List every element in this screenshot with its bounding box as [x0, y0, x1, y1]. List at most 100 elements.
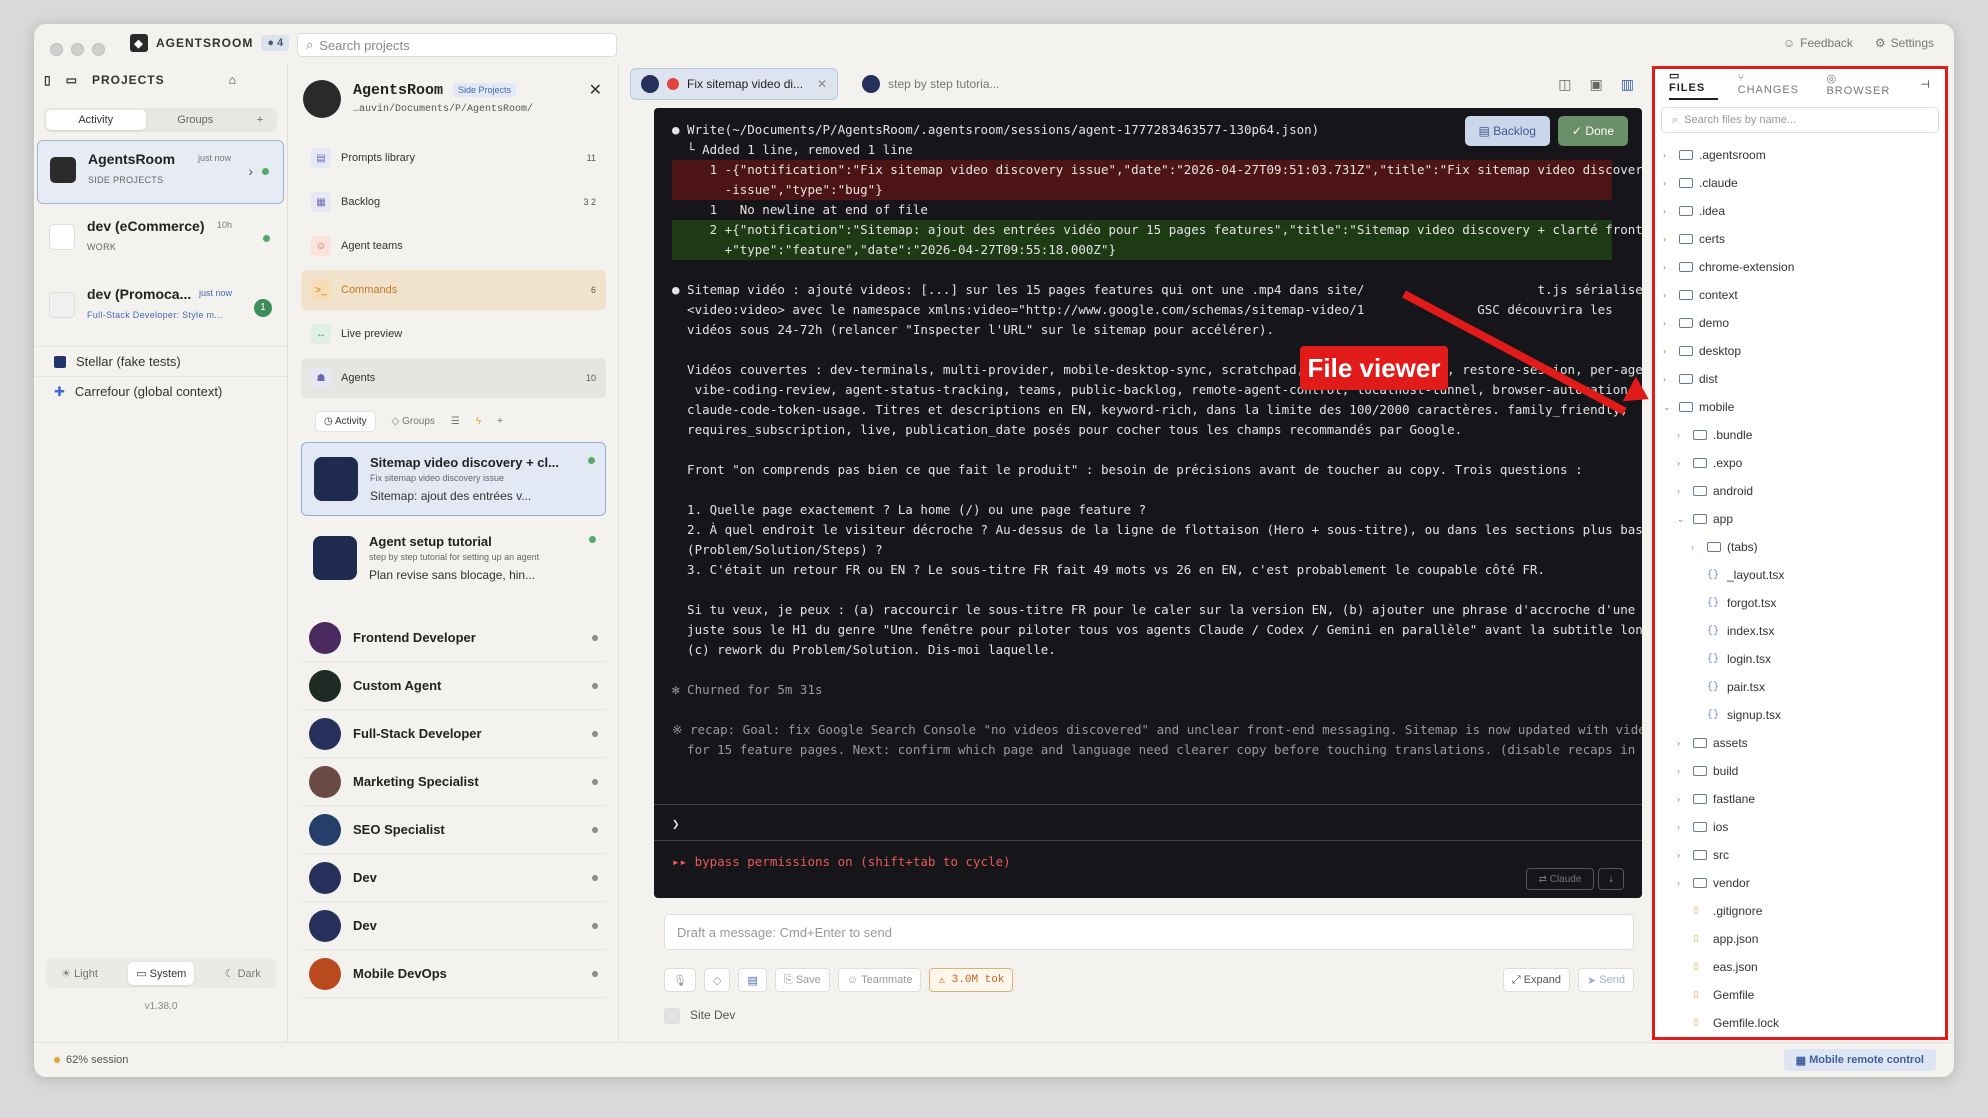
agent-row[interactable]: Dev	[301, 854, 606, 902]
panel-right-icon[interactable]: ▥	[1621, 76, 1634, 93]
message-draft-input[interactable]: Draft a message: Cmd+Enter to send	[664, 914, 1634, 950]
window-icon[interactable]: ▣	[1590, 76, 1603, 93]
theme-system[interactable]: ▭ System	[128, 961, 195, 985]
file-tree-item[interactable]: › ios	[1655, 813, 1945, 841]
bolt-icon[interactable]: ϟ	[476, 416, 481, 427]
file-tree-item[interactable]: › certs	[1655, 225, 1945, 253]
file-tree-item[interactable]: › .bundle	[1655, 421, 1945, 449]
file-tree-item[interactable]: ▯ .gitignore	[1655, 897, 1945, 925]
agent-session-card[interactable]: Agent setup tutorial step by step tutori…	[301, 522, 606, 596]
add-agent-icon[interactable]: +	[497, 416, 503, 427]
project-item[interactable]: AgentsRoom SIDE PROJECTS just now ›	[37, 140, 284, 204]
close-icon[interactable]: ✕	[817, 77, 827, 91]
file-tree-item[interactable]: {} forgot.tsx	[1655, 589, 1945, 617]
file-tree-item[interactable]: {} login.tsx	[1655, 645, 1945, 673]
file-tree-item[interactable]: › .idea	[1655, 197, 1945, 225]
activity-toggle[interactable]: Activity	[46, 110, 146, 130]
menu-commands[interactable]: >_ Commands 6	[301, 270, 606, 310]
backlog-icon[interactable]: ▤	[738, 968, 767, 992]
file-tree-item[interactable]: {} _layout.tsx	[1655, 561, 1945, 589]
tab-session-2[interactable]: step by step tutoria...	[852, 68, 1009, 100]
file-tree-item[interactable]: ⌄ app	[1655, 505, 1945, 533]
tab-changes[interactable]: ⑂ CHANGES	[1738, 72, 1807, 96]
backlog-button[interactable]: ▤ Backlog	[1464, 116, 1550, 146]
add-project-icon[interactable]: +	[245, 110, 275, 130]
settings-button[interactable]: ⚙ Settings	[1875, 36, 1934, 50]
eraser-icon[interactable]: ◇	[703, 968, 731, 992]
file-tree-item[interactable]: › android	[1655, 477, 1945, 505]
menu-live-preview[interactable]: ↔ Live preview	[301, 314, 606, 354]
file-tree-item[interactable]: › chrome-extension	[1655, 253, 1945, 281]
expand-button[interactable]: ⤢ Expand	[1502, 968, 1571, 992]
file-tree-item[interactable]: ▯ eas.json	[1655, 953, 1945, 981]
agent-row[interactable]: Frontend Developer	[301, 614, 606, 662]
file-tree-item[interactable]: › vendor	[1655, 869, 1945, 897]
menu-agents[interactable]: ☗ Agents 10	[301, 358, 606, 398]
file-tree-item[interactable]: {} pair.tsx	[1655, 673, 1945, 701]
file-tree-item[interactable]: › demo	[1655, 309, 1945, 337]
groups-toggle[interactable]: ◇ Groups	[392, 416, 435, 427]
feedback-button[interactable]: ☺ Feedback	[1783, 36, 1853, 50]
project-search[interactable]: ⌕ Search projects	[297, 33, 617, 57]
file-tree-item[interactable]: {} index.tsx	[1655, 617, 1945, 645]
file-tree-item[interactable]: › assets	[1655, 729, 1945, 757]
tab-files[interactable]: ▭ FILES	[1669, 69, 1718, 100]
claude-button[interactable]: ⇄ Claude	[1526, 868, 1594, 890]
menu-agent-teams[interactable]: ☺ Agent teams	[301, 226, 606, 266]
file-tree-item[interactable]: ▯ Gemfile.lock	[1655, 1009, 1945, 1037]
window-controls[interactable]	[50, 43, 105, 56]
file-search-input[interactable]: ⌕ Search files by name...	[1661, 107, 1939, 133]
projects-view-toggle[interactable]: Activity Groups +	[44, 108, 277, 132]
theme-switcher[interactable]: ☀ Light ▭ System ☾ Dark	[46, 958, 276, 988]
project-item-plain[interactable]: ✚ Carrefour (global context)	[34, 376, 287, 406]
file-tree-item[interactable]: ▯ Gemfile	[1655, 981, 1945, 1009]
file-tree-item[interactable]: {} signup.tsx	[1655, 701, 1945, 729]
file-tree-item[interactable]: › build	[1655, 757, 1945, 785]
tab-browser[interactable]: ◎ BROWSER	[1826, 72, 1900, 97]
project-item[interactable]: dev (Promoca... Full-Stack Developer: St…	[37, 276, 284, 340]
done-button[interactable]: ✓ Done	[1557, 116, 1628, 146]
file-tree-item[interactable]: › context	[1655, 281, 1945, 309]
close-icon[interactable]: ✕	[589, 80, 602, 100]
project-item[interactable]: dev (eCommerce) WORK 10h	[37, 208, 284, 272]
mobile-remote-control-button[interactable]: ▦ Mobile remote control	[1783, 1049, 1936, 1071]
close-dot[interactable]	[50, 43, 63, 56]
file-tree-item[interactable]: › src	[1655, 841, 1945, 869]
file-tree-item[interactable]: › .claude	[1655, 169, 1945, 197]
file-tree-item[interactable]: › dist	[1655, 365, 1945, 393]
file-tree-item[interactable]: › fastlane	[1655, 785, 1945, 813]
tab-session-1[interactable]: Fix sitemap video di... ✕	[630, 68, 839, 100]
file-tree-item[interactable]: › (tabs)	[1655, 533, 1945, 561]
activity-toggle[interactable]: ◷ Activity	[315, 410, 376, 432]
sidebar-toggle-icon[interactable]: ▯	[44, 73, 52, 87]
menu-backlog[interactable]: ▦ Backlog 3 2	[301, 182, 606, 222]
agent-row[interactable]: Custom Agent	[301, 662, 606, 710]
file-tree-item[interactable]: › desktop	[1655, 337, 1945, 365]
teammate-button[interactable]: ☺ Teammate	[837, 968, 922, 992]
save-button[interactable]: ⎘ Save	[774, 968, 830, 992]
agent-row[interactable]: SEO Specialist	[301, 806, 606, 854]
maximize-dot[interactable]	[92, 43, 105, 56]
terminal-output[interactable]: ▤ Backlog ✓ Done ● Write(~/Documents/P/A…	[654, 108, 1642, 898]
split-view-icon[interactable]: ◫	[1558, 76, 1571, 93]
mic-icon[interactable]: 🎙	[664, 968, 696, 992]
download-icon[interactable]: ↓	[1598, 868, 1624, 890]
agent-row[interactable]: Mobile DevOps	[301, 950, 606, 998]
chevron-right-icon[interactable]: ›	[248, 163, 253, 179]
agent-row[interactable]: Full-Stack Developer	[301, 710, 606, 758]
theme-light[interactable]: ☀ Light	[61, 967, 98, 980]
prompt-caret[interactable]: ❯	[672, 814, 680, 834]
archive-icon[interactable]: ⌂	[229, 73, 237, 87]
collapse-panel-icon[interactable]: ⊣	[1920, 78, 1931, 91]
file-tree-item[interactable]: ⌄ mobile	[1655, 393, 1945, 421]
filter-icon[interactable]: ☰	[451, 416, 460, 427]
file-tree-item[interactable]: ▯ app.json	[1655, 925, 1945, 953]
file-tree-item[interactable]: › .agentsroom	[1655, 141, 1945, 169]
groups-toggle[interactable]: Groups	[146, 110, 246, 130]
minimize-dot[interactable]	[71, 43, 84, 56]
file-tree-item[interactable]: › .expo	[1655, 449, 1945, 477]
agent-row[interactable]: Marketing Specialist	[301, 758, 606, 806]
project-item-plain[interactable]: Stellar (fake tests)	[34, 346, 287, 376]
send-button[interactable]: ➤ Send	[1578, 968, 1634, 992]
theme-dark[interactable]: ☾ Dark	[225, 967, 261, 980]
